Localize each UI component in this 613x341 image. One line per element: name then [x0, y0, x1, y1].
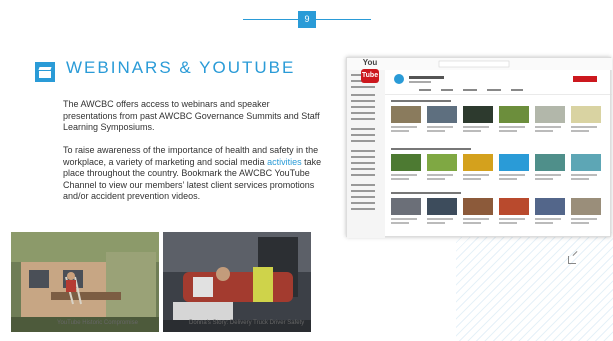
external-link-icon[interactable] — [568, 256, 576, 264]
awareness-paragraph: To raise awareness of the importance of … — [63, 145, 325, 203]
activities-link[interactable]: activities — [267, 157, 302, 167]
slide: 9 WEBINARS & YOUTUBE The AWCBC offers ac… — [0, 0, 613, 341]
video-thumbnail-image — [163, 232, 311, 332]
hatch-decoration — [456, 232, 613, 341]
youtube-channel-preview — [347, 58, 612, 238]
video-thumbnail-donnas-story[interactable] — [163, 232, 311, 332]
youtube-channel-screenshot[interactable] — [346, 57, 612, 238]
page-number-rule-right — [316, 19, 371, 20]
video-thumbnail-image — [11, 232, 159, 332]
clapperboard-icon — [35, 62, 55, 82]
youtube-logo-you: You — [362, 58, 378, 67]
youtube-logo-tube: Tube — [361, 69, 379, 83]
page-number-rule-left — [243, 19, 298, 20]
page-number: 9 — [298, 11, 316, 28]
video-caption-donnas-story: Donna’s Story: Delivery Truck Driver Saf… — [189, 320, 305, 326]
section-title: WEBINARS & YOUTUBE — [66, 58, 296, 77]
intro-paragraph: The AWCBC offers access to webinars and … — [63, 99, 320, 132]
video-caption-historic-compromise: YouTube Historic Compromise — [57, 320, 138, 326]
youtube-logo: You Tube — [361, 58, 379, 85]
video-thumbnail-historic-compromise[interactable] — [11, 232, 159, 332]
